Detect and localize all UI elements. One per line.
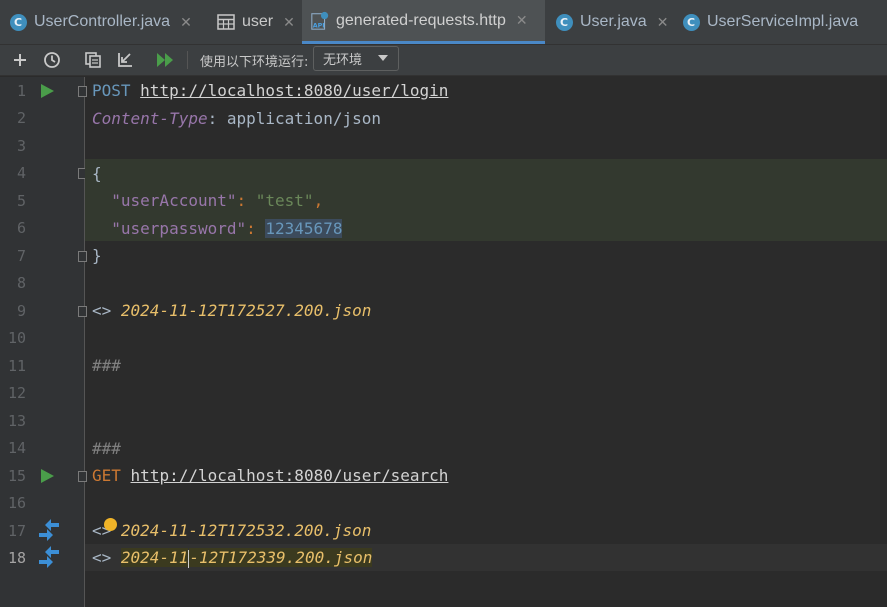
chevron-down-icon — [378, 55, 388, 61]
json-key: "userpassword" — [111, 219, 247, 238]
env-label: 使用以下环境运行: — [200, 55, 309, 70]
lightbulb-icon[interactable] — [104, 518, 117, 531]
editor-tab-bar: C UserController.java ✕ user ✕ API gener… — [0, 0, 887, 45]
environment-select[interactable]: 无环境 — [313, 46, 399, 71]
compare-responses-icon[interactable] — [37, 546, 61, 568]
line-number: 4 — [16, 164, 26, 182]
line-number: 1 — [16, 82, 26, 100]
tab-userserviceimpl[interactable]: C UserServiceImpl.java — [673, 0, 887, 44]
close-icon[interactable]: ✕ — [283, 14, 295, 31]
line-number: 13 — [7, 412, 26, 430]
tab-user-java[interactable]: C User.java ✕ — [546, 0, 671, 44]
close-icon[interactable]: ✕ — [180, 14, 192, 31]
history-icon[interactable] — [41, 49, 63, 71]
code-line-4: { — [92, 164, 102, 183]
code-line-1: POST http://localhost:8080/user/login — [92, 77, 448, 104]
line-number: 15 — [7, 467, 26, 485]
code-line-2: Content-Type: application/json — [92, 105, 381, 132]
toolbar-divider — [187, 51, 188, 69]
line-number: 17 — [7, 522, 26, 540]
code-line-9: <> 2024-11-12T172527.200.json — [92, 297, 371, 324]
http-method: GET — [92, 466, 121, 485]
json-comma: , — [313, 191, 324, 210]
tab-label: user — [242, 13, 274, 30]
line-number: 8 — [16, 274, 26, 292]
response-file-link[interactable]: 2024-11-12T172532.200.json — [121, 521, 371, 540]
tab-generated-requests[interactable]: API generated-requests.http ✕ — [302, 0, 545, 44]
tab-user[interactable]: user ✕ — [208, 0, 302, 44]
line-number: 16 — [7, 494, 26, 512]
code-line-7: } — [92, 246, 102, 265]
response-file-link[interactable]: 2024-11 — [120, 548, 189, 567]
svg-text:API: API — [313, 22, 325, 29]
code-line-17: <> 2024-11-12T172532.200.json — [92, 517, 371, 544]
response-prefix: <> — [92, 301, 121, 320]
line-number: 2 — [16, 109, 26, 127]
compare-responses-icon[interactable] — [37, 519, 61, 541]
line-number: 11 — [7, 357, 26, 375]
code-editor[interactable]: POST http://localhost:8080/user/login Co… — [85, 77, 887, 607]
copy-icon[interactable] — [82, 49, 104, 71]
response-file-link-rest[interactable]: -12T172339.200.json — [189, 548, 373, 567]
line-number: 7 — [16, 247, 26, 265]
class-icon: C — [554, 12, 574, 32]
line-number: 12 — [7, 384, 26, 402]
header-separator: : — [207, 109, 227, 128]
close-icon[interactable]: ✕ — [516, 12, 528, 29]
tab-label: generated-requests.http — [336, 11, 506, 29]
close-icon[interactable]: ✕ — [657, 14, 669, 31]
json-string: "test" — [255, 191, 314, 210]
class-icon: C — [8, 12, 28, 32]
code-line-11: ### — [92, 356, 121, 375]
tab-label: UserServiceImpl.java — [707, 13, 859, 30]
line-number: 9 — [16, 302, 26, 320]
http-client-toolbar: 使用以下环境运行: 无环境 — [0, 45, 887, 76]
code-line-15: GET http://localhost:8080/user/search — [92, 462, 448, 489]
code-line-6: "userpassword": 12345678 — [92, 215, 343, 242]
class-icon: C — [681, 12, 701, 32]
code-line-5: "userAccount": "test", — [92, 187, 323, 214]
run-request-icon[interactable] — [41, 469, 54, 483]
tab-usercontroller[interactable]: C UserController.java ✕ — [0, 0, 212, 44]
code-line-18: <> 2024-11-12T172339.200.json — [92, 544, 373, 571]
env-value: 无环境 — [323, 53, 363, 68]
run-all-icon[interactable] — [154, 49, 176, 71]
import-icon[interactable] — [114, 49, 136, 71]
json-colon: : — [246, 219, 266, 238]
line-number: 5 — [16, 192, 26, 210]
header-value: application/json — [226, 109, 381, 128]
json-key: "userAccount" — [111, 191, 237, 210]
line-number: 14 — [7, 439, 26, 457]
json-colon: : — [236, 191, 256, 210]
add-icon[interactable] — [9, 49, 31, 71]
line-number: 6 — [16, 219, 26, 237]
tab-label: UserController.java — [34, 13, 171, 30]
request-url[interactable]: http://localhost:8080/user/search — [131, 466, 449, 485]
run-request-icon[interactable] — [41, 84, 54, 98]
code-line-14: ### — [92, 439, 121, 458]
line-number: 10 — [7, 329, 26, 347]
request-url[interactable]: http://localhost:8080/user/login — [140, 81, 448, 100]
response-file-link[interactable]: 2024-11-12T172527.200.json — [121, 301, 371, 320]
tab-label: User.java — [580, 13, 647, 30]
api-icon: API — [310, 11, 330, 31]
json-number: 12345678 — [265, 219, 343, 238]
http-method: POST — [92, 81, 131, 100]
table-icon — [216, 12, 236, 32]
line-number: 3 — [16, 137, 26, 155]
header-name: Content-Type — [92, 109, 208, 128]
line-number: 18 — [7, 549, 26, 567]
response-prefix: <> — [92, 548, 121, 567]
